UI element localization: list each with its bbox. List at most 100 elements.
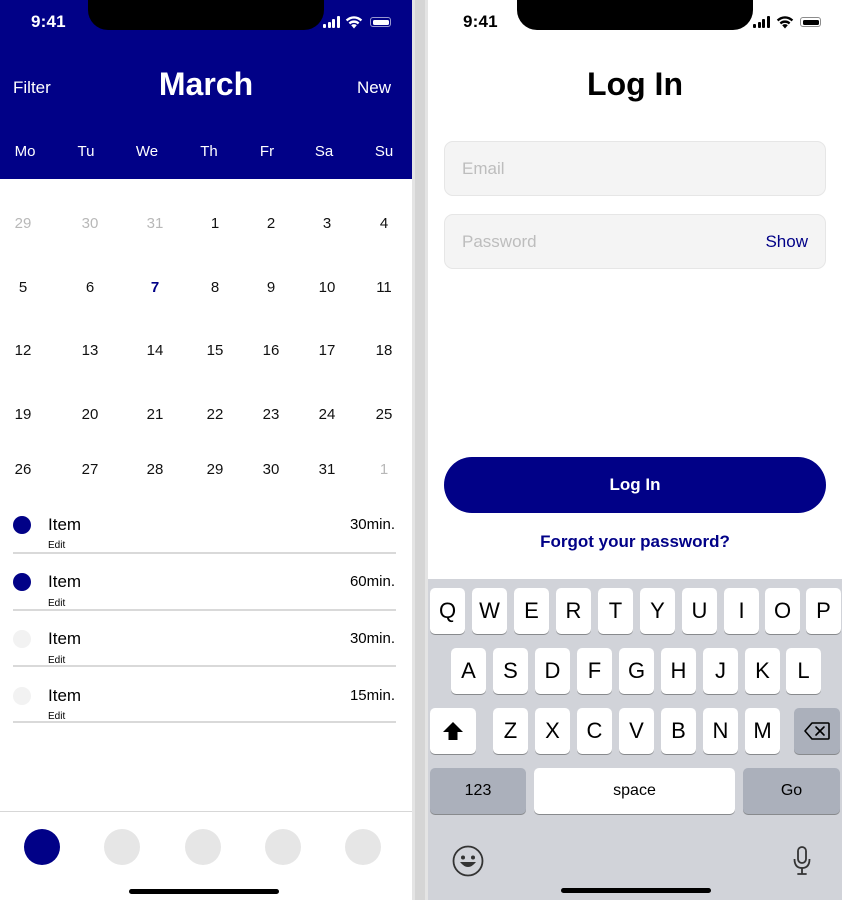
tab-item[interactable] xyxy=(185,829,221,865)
key[interactable]: A xyxy=(451,648,486,694)
calendar-day[interactable]: 19 xyxy=(3,406,43,423)
calendar-day[interactable]: 31 xyxy=(307,461,347,478)
calendar-day[interactable]: 28 xyxy=(135,461,175,478)
tab-item[interactable] xyxy=(345,829,381,865)
calendar-day[interactable]: 2 xyxy=(251,215,291,232)
notch xyxy=(517,0,753,30)
item-duration: 30min. xyxy=(349,630,395,647)
home-indicator xyxy=(129,889,279,894)
key[interactable]: X xyxy=(535,708,570,754)
battery-icon xyxy=(800,17,821,27)
calendar-day[interactable]: 6 xyxy=(70,279,110,296)
email-input[interactable] xyxy=(445,142,825,195)
key[interactable]: Y xyxy=(640,588,675,634)
delete-key[interactable] xyxy=(794,708,840,754)
key[interactable]: O xyxy=(765,588,800,634)
calendar-day[interactable]: 21 xyxy=(135,406,175,423)
calendar-day[interactable]: 5 xyxy=(3,279,43,296)
key[interactable]: P xyxy=(806,588,841,634)
item-title: Item xyxy=(48,686,82,705)
key[interactable]: K xyxy=(745,648,780,694)
calendar-day[interactable]: 16 xyxy=(251,342,291,359)
calendar-day[interactable]: 12 xyxy=(3,342,43,359)
space-key[interactable]: space xyxy=(534,768,735,814)
calendar-day-today[interactable]: 7 xyxy=(135,279,175,296)
month-title: March xyxy=(158,66,254,102)
item-duration: 15min. xyxy=(349,687,395,704)
calendar-screen: 9:41 Filter March New Mo Tu We Th Fr Sa … xyxy=(0,0,412,900)
show-password-button[interactable]: Show xyxy=(765,232,808,252)
calendar-day[interactable]: 8 xyxy=(195,279,235,296)
screen-divider xyxy=(412,0,428,900)
go-key[interactable]: Go xyxy=(743,768,840,814)
key[interactable]: U xyxy=(682,588,717,634)
divider xyxy=(13,609,396,611)
login-button[interactable]: Log In xyxy=(444,457,826,513)
status-time: 9:41 xyxy=(31,12,66,31)
password-field[interactable]: Show xyxy=(444,214,826,269)
divider xyxy=(13,721,396,723)
calendar-day[interactable]: 1 xyxy=(195,215,235,232)
forgot-password-link[interactable]: Forgot your password? xyxy=(428,532,842,552)
item-edit-link[interactable]: Edit xyxy=(48,598,65,609)
key[interactable]: T xyxy=(598,588,633,634)
calendar-day[interactable]: 29 xyxy=(195,461,235,478)
key[interactable]: D xyxy=(535,648,570,694)
weekday-label: Sa xyxy=(314,143,334,160)
key[interactable]: B xyxy=(661,708,696,754)
key[interactable]: V xyxy=(619,708,654,754)
calendar-day[interactable]: 31 xyxy=(135,215,175,232)
key[interactable]: C xyxy=(577,708,612,754)
key[interactable]: L xyxy=(786,648,821,694)
calendar-day[interactable]: 25 xyxy=(364,406,404,423)
calendar-day[interactable]: 24 xyxy=(307,406,347,423)
calendar-day[interactable]: 17 xyxy=(307,342,347,359)
key[interactable]: R xyxy=(556,588,591,634)
calendar-day[interactable]: 18 xyxy=(364,342,404,359)
calendar-day[interactable]: 3 xyxy=(307,215,347,232)
key[interactable]: J xyxy=(703,648,738,694)
calendar-day[interactable]: 27 xyxy=(70,461,110,478)
tab-item[interactable] xyxy=(104,829,140,865)
key[interactable]: W xyxy=(472,588,507,634)
microphone-icon[interactable] xyxy=(792,846,812,881)
key[interactable]: F xyxy=(577,648,612,694)
calendar-day[interactable]: 29 xyxy=(3,215,43,232)
calendar-day[interactable]: 4 xyxy=(364,215,404,232)
item-edit-link[interactable]: Edit xyxy=(48,540,65,551)
calendar-day[interactable]: 22 xyxy=(195,406,235,423)
calendar-day[interactable]: 30 xyxy=(251,461,291,478)
key[interactable]: S xyxy=(493,648,528,694)
calendar-day[interactable]: 23 xyxy=(251,406,291,423)
item-title: Item xyxy=(48,572,82,591)
calendar-day[interactable]: 1 xyxy=(364,461,404,478)
key[interactable]: M xyxy=(745,708,780,754)
divider xyxy=(13,665,396,667)
weekday-label: Mo xyxy=(14,143,36,160)
new-button[interactable]: New xyxy=(357,78,391,98)
key[interactable]: Z xyxy=(493,708,528,754)
calendar-day[interactable]: 20 xyxy=(70,406,110,423)
calendar-day[interactable]: 26 xyxy=(3,461,43,478)
login-screen: 9:41 Log In Show Log In Forgot your pass… xyxy=(428,0,842,900)
key[interactable]: G xyxy=(619,648,654,694)
tab-item-active[interactable] xyxy=(24,829,60,865)
calendar-day[interactable]: 11 xyxy=(364,279,404,296)
key[interactable]: N xyxy=(703,708,738,754)
numbers-key[interactable]: 123 xyxy=(430,768,526,814)
calendar-day[interactable]: 15 xyxy=(195,342,235,359)
tab-item[interactable] xyxy=(265,829,301,865)
calendar-header: 9:41 Filter March New Mo Tu We Th Fr Sa … xyxy=(0,0,412,179)
key[interactable]: I xyxy=(724,588,759,634)
calendar-day[interactable]: 9 xyxy=(251,279,291,296)
key[interactable]: H xyxy=(661,648,696,694)
calendar-day[interactable]: 10 xyxy=(307,279,347,296)
email-field[interactable] xyxy=(444,141,826,196)
emoji-icon[interactable] xyxy=(452,845,484,882)
calendar-day[interactable]: 30 xyxy=(70,215,110,232)
key[interactable]: Q xyxy=(430,588,465,634)
key[interactable]: E xyxy=(514,588,549,634)
calendar-day[interactable]: 14 xyxy=(135,342,175,359)
calendar-day[interactable]: 13 xyxy=(70,342,110,359)
shift-key[interactable] xyxy=(430,708,476,754)
